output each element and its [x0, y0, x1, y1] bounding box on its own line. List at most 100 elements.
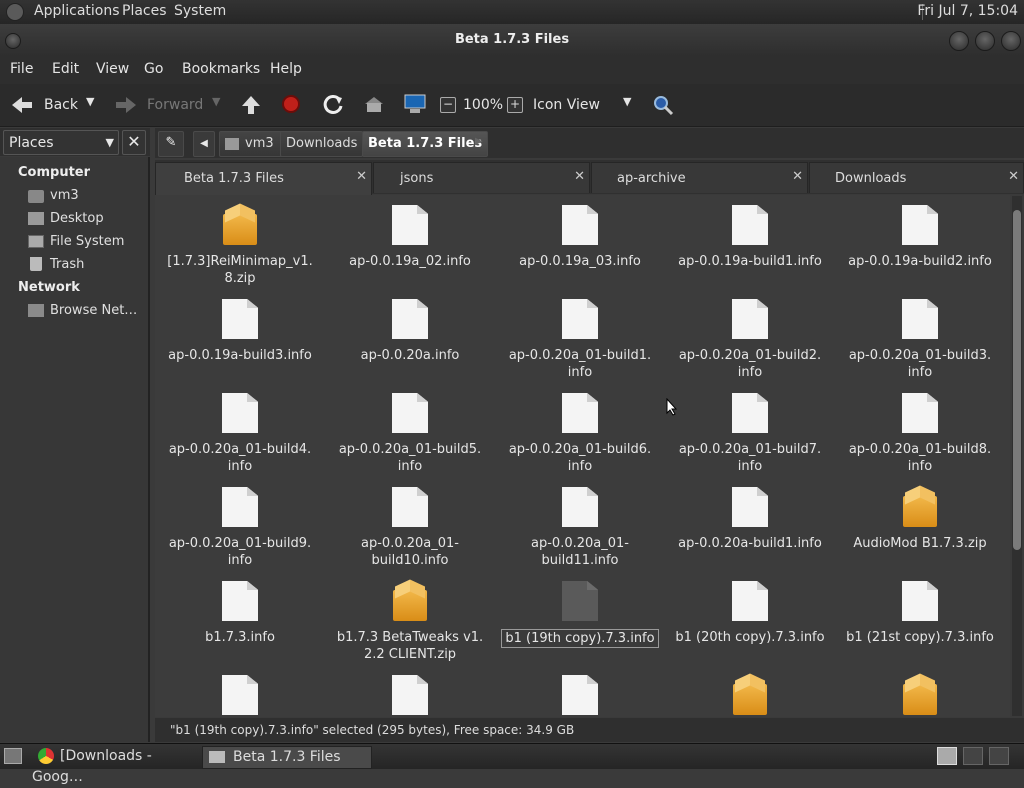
system-menu[interactable]: System: [174, 3, 226, 19]
file-item[interactable]: [665, 665, 835, 717]
tab-beta-files[interactable]: Beta 1.7.3 Files ✕: [155, 162, 372, 195]
browser-icon: [38, 748, 54, 764]
close-tab-icon[interactable]: ✕: [1008, 169, 1019, 184]
sidebar-item-vm3[interactable]: vm3: [50, 188, 79, 203]
file-item[interactable]: ap-0.0.19a_02.info: [325, 195, 495, 270]
document-icon: [392, 487, 428, 527]
sidebar-item-file-system[interactable]: File System: [50, 234, 124, 249]
file-item[interactable]: ap-0.0.20a_01-build1. info: [495, 289, 665, 381]
tab-downloads[interactable]: Downloads ✕: [809, 162, 1024, 193]
applications-menu[interactable]: Applications: [34, 3, 120, 19]
menu-go[interactable]: Go: [144, 61, 163, 77]
back-arrow-icon[interactable]: [10, 94, 34, 116]
file-item[interactable]: ap-0.0.20a_01- build10.info: [325, 477, 495, 569]
up-arrow-icon[interactable]: [240, 94, 262, 116]
taskbar-item-browser[interactable]: [Downloads - Goog…: [32, 746, 200, 785]
show-desktop-icon[interactable]: [4, 748, 22, 764]
breadcrumb-current[interactable]: Beta 1.7.3 Files: [362, 131, 489, 157]
breadcrumb-downloads[interactable]: Downloads: [280, 131, 364, 157]
file-item[interactable]: ap-0.0.19a-build3.info: [155, 289, 325, 364]
back-button[interactable]: Back: [44, 97, 78, 113]
file-item[interactable]: [495, 665, 665, 717]
file-item[interactable]: b1 (20th copy).7.3.info: [665, 571, 835, 646]
sidebar-item-browse-network[interactable]: Browse Net…: [50, 303, 137, 318]
file-item[interactable]: ap-0.0.20a_01-build2. info: [665, 289, 835, 381]
file-name: ap-0.0.20a_01-build2. info: [678, 348, 822, 380]
file-item[interactable]: AudioMod B1.7.3.zip: [835, 477, 1005, 552]
file-item[interactable]: ap-0.0.20a_01-build8. info: [835, 383, 1005, 475]
zoom-level[interactable]: 100%: [463, 97, 503, 113]
network-icon: [28, 304, 44, 317]
file-item[interactable]: ap-0.0.20a_01- build11.info: [495, 477, 665, 569]
file-item[interactable]: ap-0.0.20a_01-build5. info: [325, 383, 495, 475]
places-select[interactable]: Places ▼: [3, 130, 119, 155]
tab-jsons[interactable]: jsons ✕: [373, 162, 590, 193]
taskbar-item-files[interactable]: Beta 1.7.3 Files: [202, 746, 372, 769]
file-item[interactable]: ap-0.0.20a_01-build7. info: [665, 383, 835, 475]
workspace-switcher-icon[interactable]: [989, 747, 1009, 765]
file-item[interactable]: ap-0.0.19a-build1.info: [665, 195, 835, 270]
document-icon: [562, 487, 598, 527]
file-item[interactable]: b1 (21st copy).7.3.info: [835, 571, 1005, 646]
sidebar-section-computer: Computer: [18, 165, 91, 180]
sidebar-item-trash[interactable]: Trash: [50, 257, 84, 272]
file-item[interactable]: ap-0.0.20a-build1.info: [665, 477, 835, 552]
file-item[interactable]: ap-0.0.19a-build2.info: [835, 195, 1005, 270]
reload-icon[interactable]: [322, 94, 344, 116]
file-icon-view[interactable]: [1.7.3]ReiMinimap_v1. 8.zip ap-0.0.19a_02…: [155, 195, 1010, 717]
menu-edit[interactable]: Edit: [52, 61, 79, 77]
home-icon[interactable]: [364, 95, 384, 113]
file-item[interactable]: b1.7.3.info: [155, 571, 325, 646]
sidebar-item-desktop[interactable]: Desktop: [50, 211, 104, 226]
file-item[interactable]: [325, 665, 495, 717]
menu-help[interactable]: Help: [270, 61, 302, 77]
back-history-chevron-icon[interactable]: ▼: [86, 95, 94, 108]
close-sidebar-icon[interactable]: ✕: [122, 130, 146, 155]
places-menu[interactable]: Places: [122, 3, 167, 19]
edit-location-icon[interactable]: ✎: [158, 131, 184, 157]
menu-file[interactable]: File: [10, 61, 33, 77]
file-item[interactable]: ap-0.0.20a_01-build4. info: [155, 383, 325, 475]
tab-ap-archive[interactable]: ap-archive ✕: [591, 162, 808, 193]
file-item[interactable]: b1 (19th copy).7.3.info: [495, 571, 665, 648]
file-item[interactable]: b1.7.3 BetaTweaks v1. 2.2 CLIENT.zip: [325, 571, 495, 663]
view-mode-select[interactable]: Icon View: [533, 97, 600, 113]
view-mode-chevron-icon[interactable]: ▼: [623, 95, 631, 108]
workspace-switcher-icon[interactable]: [963, 747, 983, 765]
document-icon: [562, 299, 598, 339]
close-tab-icon[interactable]: ✕: [574, 169, 585, 184]
minimize-icon[interactable]: [949, 31, 969, 51]
file-name: b1.7.3.info: [205, 630, 275, 645]
search-icon[interactable]: [652, 94, 674, 116]
menu-view[interactable]: View: [96, 61, 129, 77]
file-item[interactable]: ap-0.0.20a.info: [325, 289, 495, 364]
stop-icon[interactable]: [282, 95, 300, 113]
maximize-icon[interactable]: [975, 31, 995, 51]
file-name: ap-0.0.19a-build3.info: [168, 348, 312, 363]
file-item[interactable]: [155, 665, 325, 717]
file-item[interactable]: ap-0.0.20a_01-build3. info: [835, 289, 1005, 381]
zoom-in-icon[interactable]: +: [507, 97, 523, 113]
zoom-out-icon[interactable]: −: [440, 97, 456, 113]
path-scroll-left-icon[interactable]: ◀: [193, 131, 215, 157]
file-item[interactable]: ap-0.0.20a_01-build9. info: [155, 477, 325, 569]
file-item[interactable]: [835, 665, 1005, 717]
location-bar: ✎ ◀ vm3 Downloads Beta 1.7.3 Files ▶: [155, 128, 1024, 158]
document-icon: [732, 299, 768, 339]
workspace-switcher-icon[interactable]: [937, 747, 957, 765]
file-item[interactable]: ap-0.0.19a_03.info: [495, 195, 665, 270]
file-item[interactable]: [1.7.3]ReiMinimap_v1. 8.zip: [155, 195, 325, 287]
clock[interactable]: Fri Jul 7, 15:04: [917, 3, 1018, 19]
close-tab-icon[interactable]: ✕: [792, 169, 803, 184]
window-titlebar[interactable]: Beta 1.7.3 Files: [0, 24, 1024, 56]
scrollbar-thumb[interactable]: [1013, 210, 1021, 550]
document-icon: [562, 581, 598, 621]
file-item[interactable]: ap-0.0.20a_01-build6. info: [495, 383, 665, 475]
breadcrumb-vm3[interactable]: vm3: [219, 131, 285, 157]
close-tab-icon[interactable]: ✕: [356, 169, 367, 184]
distro-logo-icon[interactable]: [6, 3, 24, 21]
computer-icon[interactable]: [404, 94, 426, 114]
menu-bookmarks[interactable]: Bookmarks: [182, 61, 260, 77]
close-icon[interactable]: [1001, 31, 1021, 51]
document-icon: [902, 393, 938, 433]
